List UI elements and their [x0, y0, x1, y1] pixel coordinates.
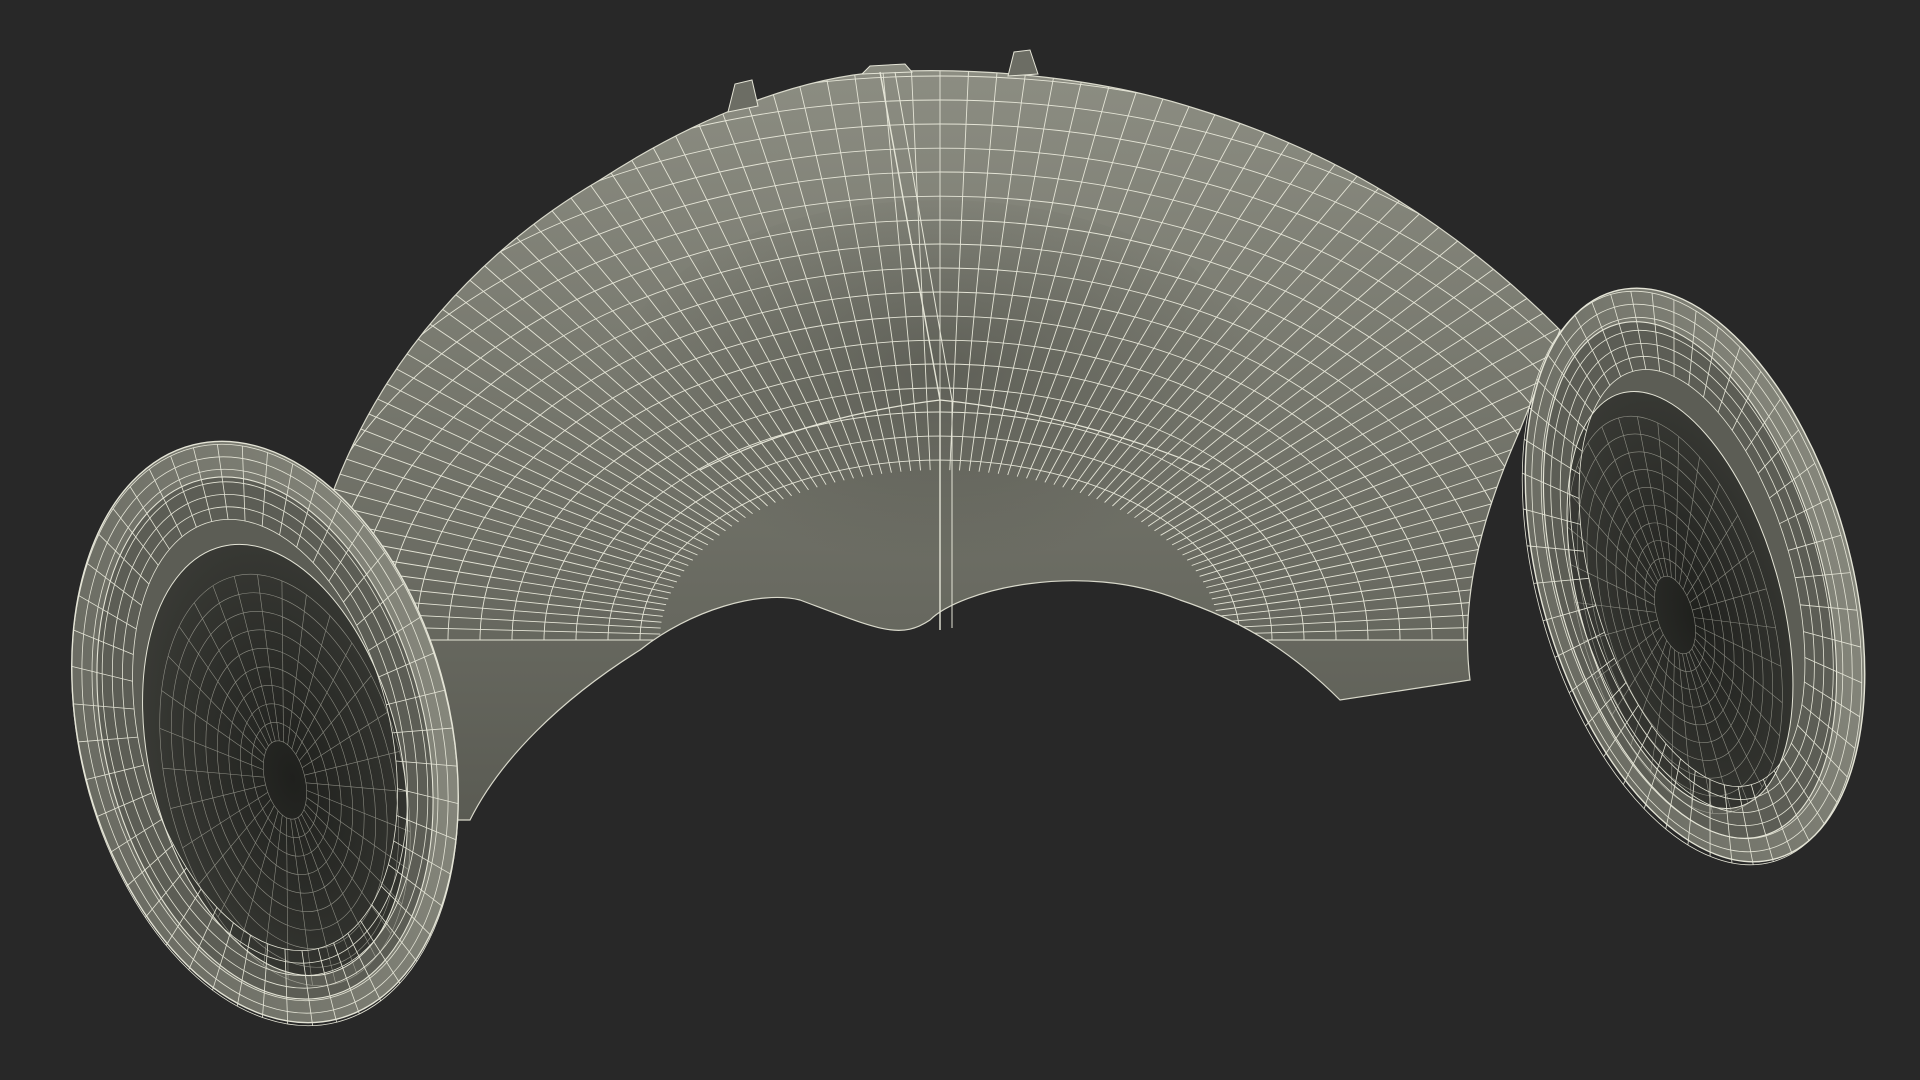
top-tab-right [1007, 49, 1039, 77]
top-tab-center [860, 63, 914, 75]
viewport [0, 0, 1920, 1080]
model-render [71, 49, 1866, 1027]
top-tab-left [727, 79, 759, 113]
